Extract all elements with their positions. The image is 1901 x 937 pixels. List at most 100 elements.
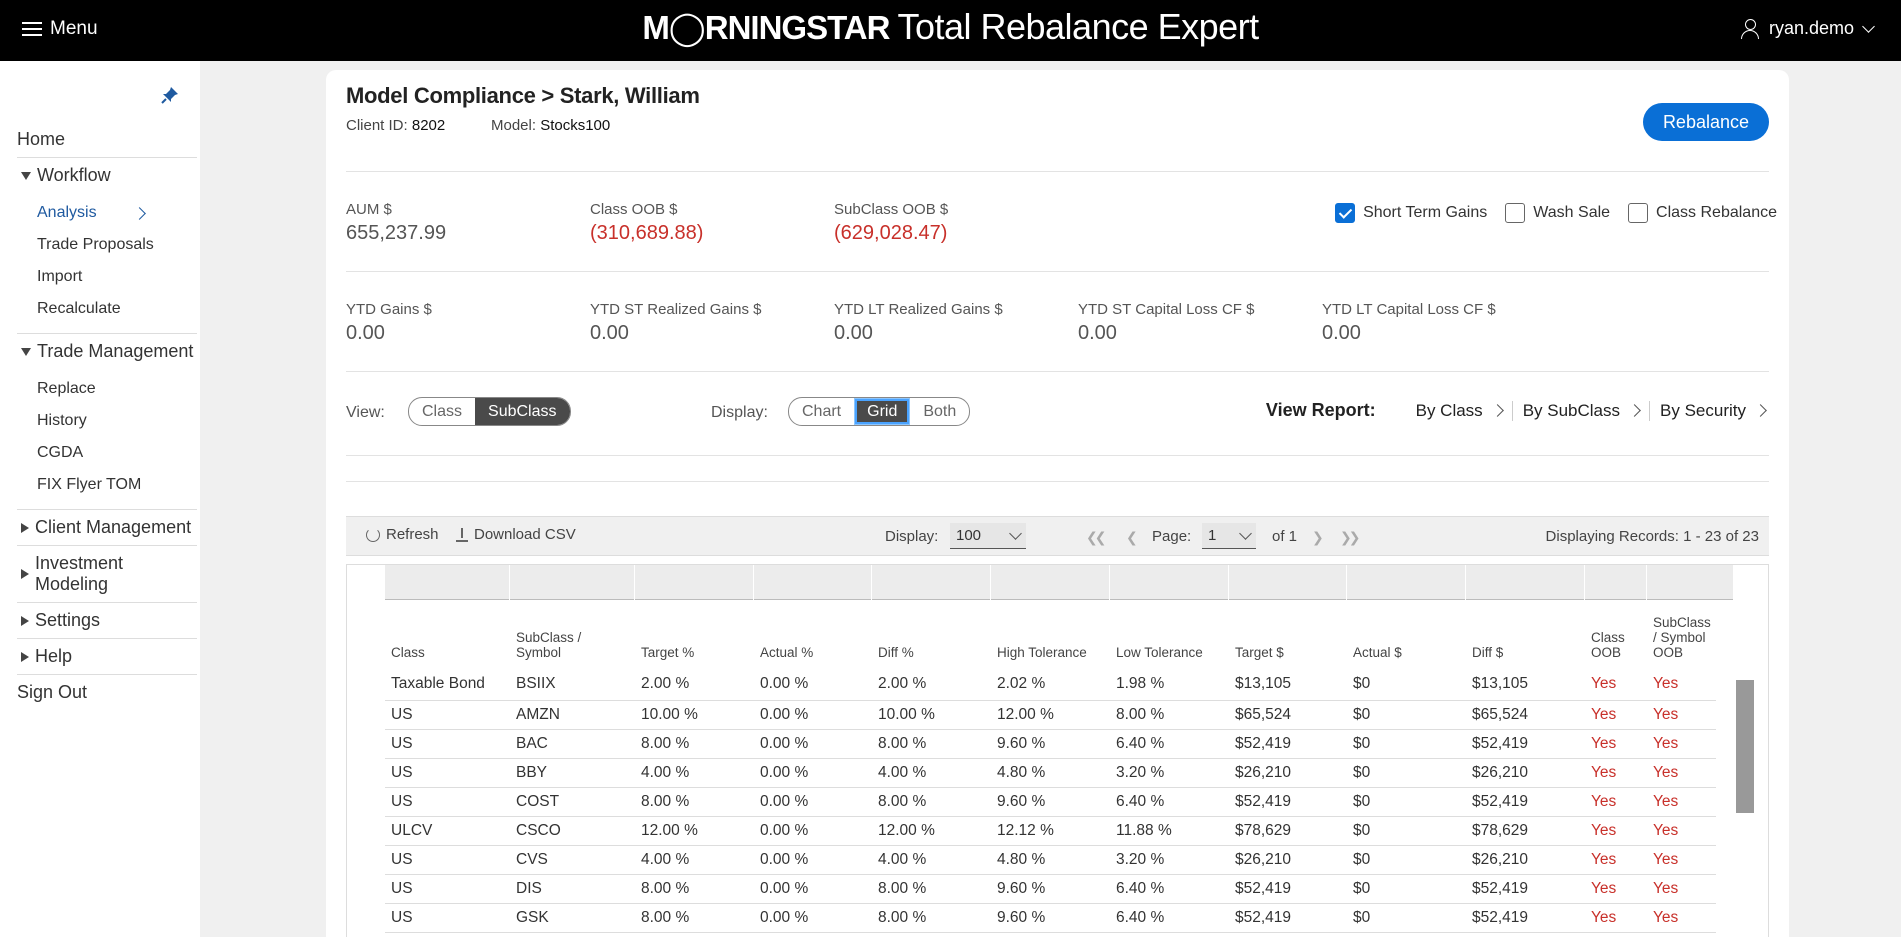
sidebar-group-settings[interactable]: Settings — [17, 603, 197, 639]
client-id: Client ID: 8202 — [346, 117, 445, 134]
next-page-icon[interactable]: ❯ — [1312, 529, 1324, 546]
column-header[interactable]: Class OOB — [1585, 605, 1647, 668]
column-header[interactable]: SubClass / Symbol OOB — [1647, 605, 1716, 668]
sidebar-item-replace[interactable]: Replace — [37, 373, 197, 405]
top-bar: Menu M◯RNINGSTAR Total Rebalance Expert r… — [0, 0, 1901, 61]
sidebar-item-analysis[interactable]: Analysis — [37, 197, 197, 229]
table-cell: 6.40 % — [1110, 903, 1229, 933]
table-cell: Yes — [1647, 845, 1716, 875]
stat-label: YTD ST Capital Loss CF $ — [1078, 301, 1255, 318]
table-cell: $13,105 — [1229, 668, 1347, 701]
table-row[interactable]: US AMZN 10.00 % 0.00 % 10.00 % 12.00 % 8.00 % $… — [385, 700, 1716, 730]
prev-page-icon[interactable]: ❮ — [1126, 529, 1138, 546]
sidebar-item-cgda[interactable]: CGDA — [37, 437, 197, 469]
wash-sale-checkbox[interactable]: Wash Sale — [1505, 203, 1610, 223]
table-cell: 0.00 % — [754, 903, 872, 933]
sidebar-group-client-management[interactable]: Client Management — [17, 510, 197, 546]
sidebar-item-home[interactable]: Home — [17, 122, 197, 158]
sidebar-item-history[interactable]: History — [37, 405, 197, 437]
rebalance-button[interactable]: Rebalance — [1642, 103, 1769, 141]
triangle-right-icon — [21, 522, 29, 533]
column-header[interactable]: Target $ — [1229, 605, 1347, 668]
column-header[interactable]: SubClass / Symbol — [510, 605, 635, 668]
sidebar-item-trade-proposals[interactable]: Trade Proposals — [37, 229, 197, 261]
view-label: View: — [346, 404, 385, 421]
table-cell: 8.00 % — [872, 903, 991, 933]
column-header[interactable]: High Tolerance — [991, 605, 1110, 668]
sidebar-item-recalculate[interactable]: Recalculate — [37, 293, 197, 325]
stat-label: YTD Gains $ — [346, 301, 432, 318]
table-cell: Taxable Bond — [385, 668, 510, 701]
view-option-class[interactable]: Class — [409, 398, 475, 425]
column-header[interactable]: Diff $ — [1466, 605, 1585, 668]
column-header[interactable]: Actual $ — [1347, 605, 1466, 668]
sidebar-item-label: Analysis — [37, 204, 97, 221]
sidebar-group-trade-management[interactable]: Trade Management — [17, 334, 197, 369]
report-by-class-link[interactable]: By Class — [1406, 400, 1513, 421]
sidebar-item-sign-out[interactable]: Sign Out — [17, 675, 197, 710]
sidebar-group-investment-modeling[interactable]: Investment Modeling — [17, 546, 197, 603]
stat-label: YTD LT Realized Gains $ — [834, 301, 1003, 318]
table-cell: Yes — [1585, 874, 1647, 904]
short-term-gains-checkbox[interactable]: Short Term Gains — [1335, 203, 1487, 223]
table-cell: $65,524 — [1466, 700, 1585, 730]
table-cell: 0.00 % — [754, 758, 872, 788]
table-row[interactable]: US COST 8.00 % 0.00 % 8.00 % 9.60 % 6.40 % $52,… — [385, 787, 1716, 817]
page-size-select[interactable]: 100 — [950, 523, 1026, 549]
sidebar-item-fix-flyer-tom[interactable]: FIX Flyer TOM — [37, 469, 197, 501]
display-option-grid[interactable]: Grid — [854, 398, 911, 425]
workflow-items: Analysis Trade Proposals Import Recalcul… — [17, 193, 197, 334]
vertical-scrollbar[interactable] — [1736, 680, 1754, 937]
column-header[interactable]: Actual % — [754, 605, 872, 668]
report-by-security-link[interactable]: By Security — [1650, 401, 1775, 421]
table-cell: 8.00 % — [872, 874, 991, 904]
table-row[interactable]: Taxable Bond BSIIX 2.00 % 0.00 % 2.00 % 2.02 … — [385, 668, 1716, 701]
class-rebalance-checkbox[interactable]: Class Rebalance — [1628, 203, 1777, 223]
table-cell: 4.80 % — [991, 845, 1110, 875]
table-row[interactable]: US CVS 4.00 % 0.00 % 4.00 % 4.80 % 3.20 % $26,2… — [385, 845, 1716, 875]
table-cell: $26,210 — [1229, 758, 1347, 788]
table-cell: 12.00 % — [872, 816, 991, 846]
download-csv-button[interactable]: Download CSV — [456, 526, 576, 543]
divider — [346, 271, 1769, 272]
column-header[interactable]: Low Tolerance — [1110, 605, 1229, 668]
column-header[interactable]: Target % — [635, 605, 754, 668]
stat-value: 655,237.99 — [346, 222, 447, 244]
display-option-both[interactable]: Both — [910, 398, 969, 425]
sidebar-group-help[interactable]: Help — [17, 639, 197, 675]
column-header[interactable]: Class — [385, 605, 510, 668]
table-row[interactable]: US BBY 4.00 % 0.00 % 4.00 % 4.80 % 3.20 % $26,2… — [385, 758, 1716, 788]
user-menu[interactable]: ryan.demo — [1740, 18, 1875, 39]
table-row[interactable]: ULCV CSCO 12.00 % 0.00 % 12.00 % 12.12 % 11.88… — [385, 816, 1716, 846]
table-cell: 0.00 % — [754, 729, 872, 759]
page-number-select[interactable]: 1 — [1202, 523, 1256, 549]
report-by-subclass-link[interactable]: By SubClass — [1513, 400, 1651, 421]
sidebar-group-workflow[interactable]: Workflow — [17, 158, 197, 193]
last-page-icon[interactable]: ❯❯ — [1340, 529, 1361, 546]
table-cell: Yes — [1647, 668, 1716, 701]
refresh-button[interactable]: Refresh — [366, 526, 439, 543]
view-option-subclass[interactable]: SubClass — [475, 398, 570, 425]
scrollbar-thumb[interactable] — [1736, 680, 1754, 813]
table-cell: $0 — [1347, 729, 1466, 759]
display-option-chart[interactable]: Chart — [789, 398, 854, 425]
table-row[interactable]: US DIS 8.00 % 0.00 % 8.00 % 9.60 % 6.40 % $52,4… — [385, 874, 1716, 904]
pin-icon[interactable] — [160, 85, 180, 105]
refresh-icon — [366, 527, 380, 542]
table-cell: US — [385, 787, 510, 817]
stat-ytd-lt-capital-loss: YTD LT Capital Loss CF $ 0.00 — [1322, 301, 1496, 345]
table-cell: US — [385, 758, 510, 788]
chevron-right-icon — [1628, 404, 1641, 417]
table-cell: 11.88 % — [1110, 816, 1229, 846]
table-cell: CVS — [510, 845, 635, 875]
table-row[interactable]: US GSK 8.00 % 0.00 % 8.00 % 9.60 % 6.40 % $52,4… — [385, 903, 1716, 933]
sidebar: Home Workflow Analysis Trade Proposals I… — [0, 61, 200, 937]
table-row[interactable]: US BAC 8.00 % 0.00 % 8.00 % 9.60 % 6.40 % $52,4… — [385, 729, 1716, 759]
column-header[interactable]: Diff % — [872, 605, 991, 668]
first-page-icon[interactable]: ❮❮ — [1086, 529, 1107, 546]
table-cell: 12.00 % — [991, 700, 1110, 730]
sidebar-item-import[interactable]: Import — [37, 261, 197, 293]
model-label: Model: — [491, 117, 537, 134]
divider — [346, 481, 1769, 482]
triangle-right-icon — [21, 615, 29, 626]
